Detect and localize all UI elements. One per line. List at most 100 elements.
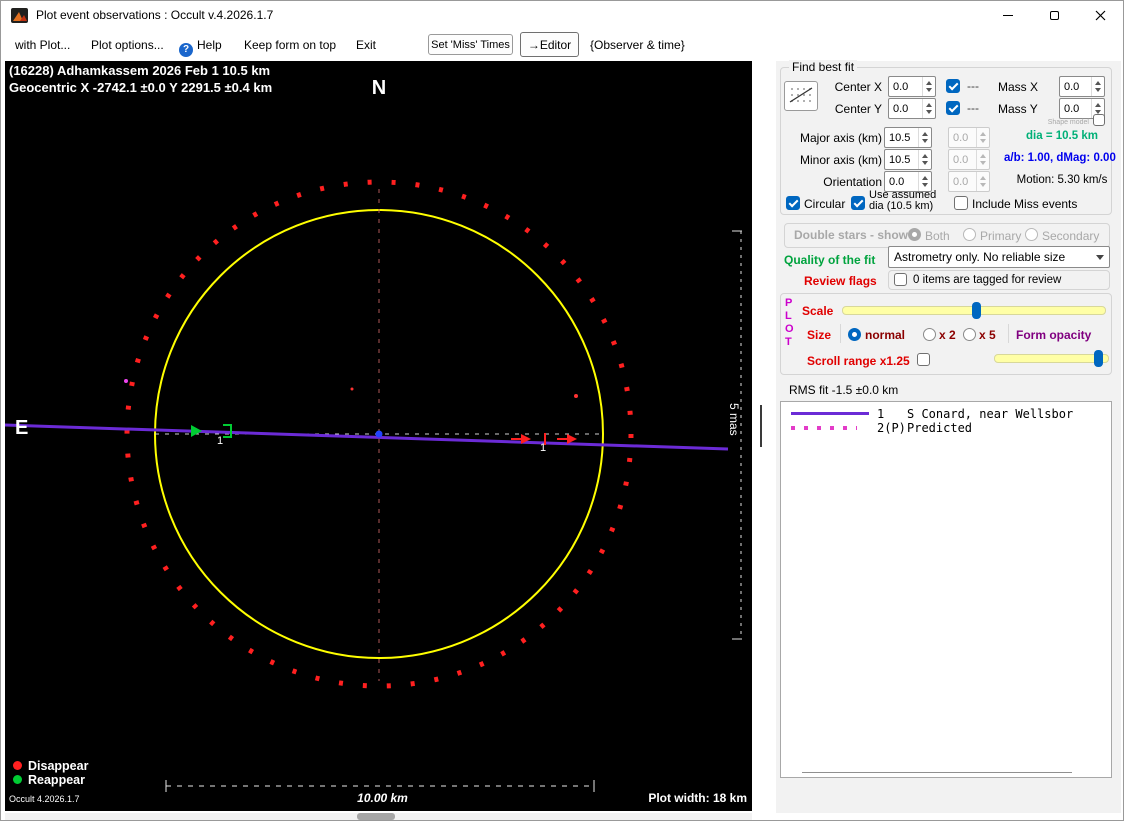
center-y-spinner[interactable] [922,99,935,118]
plot-title-line2: Geocentric X -2742.1 ±0.0 Y 2291.5 ±0.4 … [9,80,272,95]
observation-name: Predicted [907,421,972,435]
list-item[interactable]: 2(P) Predicted [781,421,1111,435]
chord-2-label: 1 [540,442,546,454]
center-x-checkbox[interactable] [946,79,960,93]
opacity-slider-thumb[interactable] [1094,350,1103,367]
double-stars-primary-label: Primary [980,229,1021,243]
opacity-slider[interactable] [994,350,1109,367]
double-stars-both-radio [908,228,921,241]
dia-value-label: dia = 10.5 km [1016,130,1108,142]
opacity-slider-track[interactable] [994,354,1109,363]
km-scale-label: 10.00 km [335,791,430,805]
menu-with-plot[interactable]: with Plot... [15,38,70,52]
minor-axis-alt-input: 0.0 [948,149,990,170]
vertical-tick-line [760,405,762,447]
close-button[interactable] [1077,1,1123,29]
menu-exit[interactable]: Exit [356,38,376,52]
horizontal-scrollbar-thumb[interactable] [357,813,395,820]
fit-chart-icon [788,85,814,105]
mass-x-spinner[interactable] [1091,77,1104,96]
title-bar: Plot event observations : Occult v.4.202… [1,1,1123,29]
legend-reappear-label: Reappear [28,773,85,787]
quality-dropdown[interactable]: Astrometry only. No reliable size [888,246,1110,268]
double-stars-both-label: Both [925,229,950,243]
center-x-spinner[interactable] [922,77,935,96]
disappear-dot-icon [13,761,22,770]
size-x2-radio[interactable] [923,328,936,341]
scale-slider-thumb[interactable] [972,302,981,319]
major-axis-label: Major axis (km) [786,131,882,145]
review-flags-checkbox[interactable] [894,273,907,286]
double-stars-secondary-label: Secondary [1042,229,1099,243]
center-y-dots: --- [967,101,979,115]
chord-1-label: 1 [217,435,223,447]
observations-listbox[interactable]: 1 S Conard, near Wellsbor 2(P) Predicted [780,401,1112,778]
major-axis-input[interactable]: 10.5 [884,127,932,148]
plot-letter-t: T [785,336,792,348]
orientation-label: Orientation [786,175,882,189]
shape-model-checkbox[interactable] [1093,114,1105,126]
menu-plot-options[interactable]: Plot options... [91,38,164,52]
scroll-range-label: Scroll range x1.25 [807,354,910,368]
mas-scale-label: 5 mas [727,403,741,436]
minor-axis-spinner[interactable] [918,150,931,169]
app-icon [11,8,28,23]
field-point-red-2 [574,394,578,398]
menu-help[interactable]: ?Help [179,38,222,57]
maximize-button[interactable] [1031,1,1077,29]
center-x-input[interactable]: 0.0 [888,76,936,97]
reappear-marker-arrow [191,425,202,437]
mass-x-input[interactable]: 0.0 [1059,76,1105,97]
size-normal-radio[interactable] [848,328,861,341]
chord-line [5,425,728,449]
editor-button[interactable]: →Editor [520,32,579,57]
use-assumed-checkbox[interactable] [851,196,865,210]
size-label: Size [807,328,831,342]
field-point-magenta [124,379,128,383]
include-miss-checkbox[interactable] [954,196,968,210]
major-axis-spinner[interactable] [918,128,931,147]
maximize-icon [1050,11,1059,20]
observation-number: 1 [877,407,907,421]
size-divider-1 [840,324,841,343]
field-point-red-1 [351,388,354,391]
north-label: N [359,77,399,100]
mass-x-label: Mass X [998,80,1038,94]
review-flags-label: Review flags [804,274,877,288]
quality-label: Quality of the fit [784,253,875,267]
list-item[interactable]: 1 S Conard, near Wellsbor [781,407,1111,421]
chord-color-sample-1 [791,412,869,415]
plot-area[interactable]: (16228) Adhamkassem 2026 Feb 1 10.5 km G… [5,61,752,811]
use-assumed-label: Use assumeddia (10.5 km) [869,190,936,212]
ab-dmag-label: a/b: 1.00, dMag: 0.00 [1004,152,1112,164]
horizontal-scrollbar[interactable] [5,813,752,820]
fit-chart-button[interactable] [784,81,818,111]
chevron-down-icon [1091,255,1109,260]
minimize-button[interactable] [985,1,1031,29]
legend-disappear: Disappear [13,759,88,773]
find-best-fit-title: Find best fit [789,60,857,74]
size-normal-label: normal [865,328,905,342]
east-label: E [15,417,28,440]
app-window: Plot event observations : Occult v.4.202… [0,0,1124,821]
minor-axis-input[interactable]: 10.5 [884,149,932,170]
menu-keep-on-top[interactable]: Keep form on top [244,38,336,52]
set-miss-times-button[interactable]: Set 'Miss' Times [428,34,513,55]
circular-checkbox[interactable] [786,196,800,210]
reappear-dot-icon [13,775,22,784]
size-x2-label: x 2 [939,328,956,342]
scale-slider[interactable] [842,302,1106,319]
rms-fit-label: RMS fit -1.5 ±0.0 km [789,383,898,397]
scroll-range-checkbox[interactable] [917,353,930,366]
center-y-input[interactable]: 0.0 [888,98,936,119]
observer-time-label: {Observer & time} [590,38,685,52]
motion-label: Motion: 5.30 km/s [1012,174,1112,186]
center-y-checkbox[interactable] [946,101,960,115]
size-x5-radio[interactable] [963,328,976,341]
observation-name: S Conard, near Wellsbor [907,407,1073,421]
observation-number: 2(P) [877,421,907,435]
control-panel: Find best fit Center X 0.0 --- Mass X 0.… [776,61,1121,813]
major-axis-alt-input: 0.0 [948,127,990,148]
center-y-label: Center Y [816,102,882,116]
window-title: Plot event observations : Occult v.4.202… [36,8,273,22]
